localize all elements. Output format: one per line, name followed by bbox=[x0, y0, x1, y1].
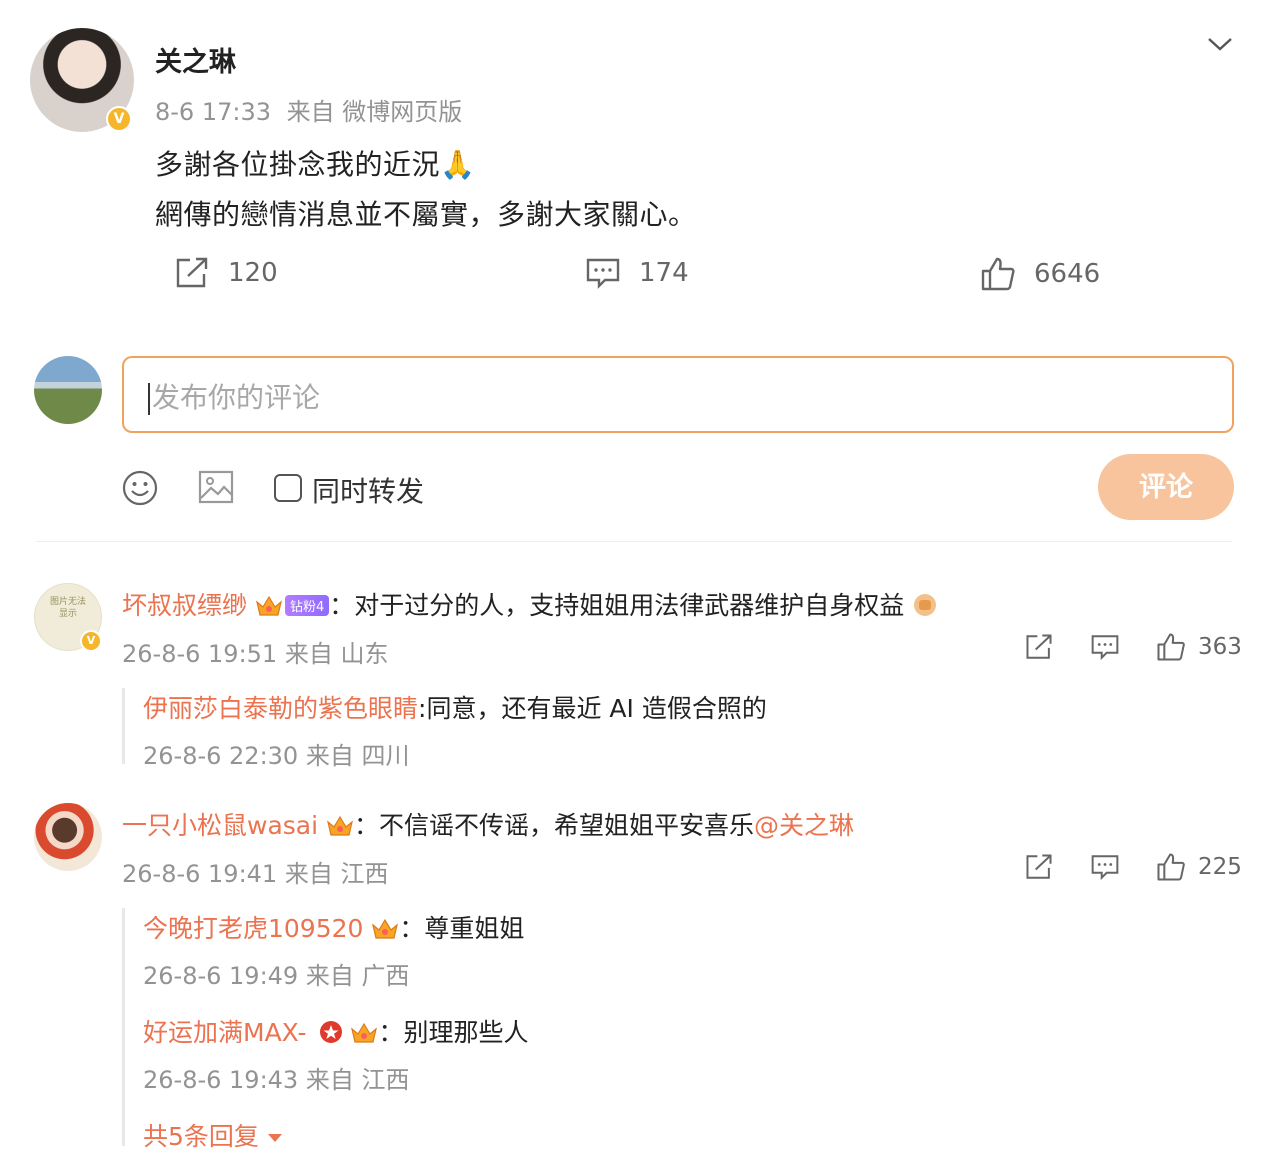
mention-link[interactable]: @关之琳 bbox=[754, 811, 854, 840]
red-star-badge-icon bbox=[319, 1020, 343, 1044]
reply-time: 26-8-6 22:30 来自 四川 bbox=[143, 742, 410, 770]
comment-like-count: 225 bbox=[1198, 854, 1242, 880]
thumbs-up-icon bbox=[1156, 852, 1186, 882]
fan-level-badge: 钻粉4 bbox=[284, 595, 330, 616]
repost-button[interactable]: 120 bbox=[174, 256, 278, 290]
comment-actions: 363 bbox=[1024, 632, 1242, 662]
repost-icon bbox=[174, 256, 210, 290]
comment-like-button[interactable]: 225 bbox=[1156, 852, 1242, 882]
replier-name[interactable]: 今晚打老虎109520 bbox=[143, 914, 363, 943]
post-time[interactable]: 8-6 17:33 bbox=[155, 98, 271, 126]
reply-text: 好运加满MAX- ：别理那些人 bbox=[143, 1013, 529, 1049]
thumbs-up-icon bbox=[980, 256, 1016, 292]
crown-icon bbox=[350, 1021, 378, 1045]
like-count: 6646 bbox=[1034, 259, 1101, 289]
post-text-line-2: 網傳的戀情消息並不屬實，多謝大家關心。 bbox=[155, 198, 697, 231]
post-meta: 8-6 17:33 来自 微博网页版 bbox=[155, 92, 462, 127]
comment-count: 174 bbox=[639, 258, 689, 288]
comment-like-button[interactable]: 363 bbox=[1156, 632, 1242, 662]
comment-icon bbox=[585, 256, 621, 290]
reply-icon[interactable] bbox=[1090, 853, 1120, 881]
reply-text: 今晚打老虎109520 ：尊重姐姐 bbox=[143, 909, 524, 945]
commenter-name[interactable]: 坏叔叔缥缈 bbox=[122, 591, 247, 620]
repost-checkbox[interactable] bbox=[274, 474, 302, 502]
reply-text: 伊丽莎白泰勒的紫色眼睛:同意，还有最近 AI 造假合照的 bbox=[143, 689, 767, 725]
text-caret bbox=[148, 383, 150, 415]
repost-icon[interactable] bbox=[1024, 633, 1054, 661]
divider bbox=[36, 541, 1232, 542]
comment-body: 不信谣不传谣，希望姐姐平安喜乐 bbox=[379, 811, 755, 840]
post-text-line-1: 多謝各位掛念我的近況🙏 bbox=[155, 148, 476, 181]
crown-icon bbox=[371, 917, 399, 941]
comment-time: 26-8-6 19:51 来自 山东 bbox=[122, 640, 389, 668]
submit-comment-button[interactable]: 评论 bbox=[1098, 454, 1234, 520]
comment-time: 26-8-6 19:41 来自 江西 bbox=[122, 860, 389, 888]
post-source: 来自 微博网页版 bbox=[286, 98, 463, 126]
comment-input[interactable]: 发布你的评论 bbox=[122, 356, 1234, 433]
comment-actions: 225 bbox=[1024, 852, 1242, 882]
reply-body: 别理那些人 bbox=[403, 1018, 529, 1047]
reply-body: 尊重姐姐 bbox=[424, 914, 525, 943]
reply-colon: ： bbox=[399, 914, 425, 943]
comment-body: 对于过分的人，支持姐姐用法律武器维护自身权益 bbox=[354, 591, 905, 620]
more-replies-link[interactable]: 共5条回复 bbox=[143, 1117, 283, 1153]
chevron-down-icon[interactable] bbox=[1206, 34, 1234, 54]
author-name[interactable]: 关之琳 bbox=[155, 40, 236, 79]
comment-like-count: 363 bbox=[1198, 634, 1242, 660]
verified-badge-icon: V bbox=[80, 630, 102, 652]
thumbs-up-icon bbox=[1156, 632, 1186, 662]
comment-text: 一只小松鼠wasai ：不信谣不传谣，希望姐姐平安喜乐@关之琳 bbox=[122, 806, 854, 842]
reply-time: 26-8-6 19:43 来自 江西 bbox=[143, 1066, 410, 1094]
repost-count: 120 bbox=[228, 258, 278, 288]
commenter-avatar[interactable] bbox=[34, 803, 102, 871]
verified-badge-icon: V bbox=[106, 106, 132, 132]
reply-thread-bar bbox=[122, 908, 125, 1146]
replier-name[interactable]: 伊丽莎白泰勒的紫色眼睛 bbox=[143, 694, 418, 723]
comment-colon: ： bbox=[354, 811, 380, 840]
more-replies-label: 共5条回复 bbox=[143, 1122, 259, 1151]
image-icon[interactable] bbox=[198, 470, 234, 504]
crown-icon bbox=[255, 594, 283, 618]
repost-checkbox-label[interactable]: 同时转发 bbox=[312, 470, 424, 510]
replier-name[interactable]: 好运加满MAX- bbox=[143, 1018, 307, 1047]
emoji-icon[interactable] bbox=[122, 470, 158, 506]
fist-emoji-icon bbox=[912, 592, 938, 618]
reply-colon: ： bbox=[378, 1018, 404, 1047]
avatar-broken-image-text: 图片无法显示 bbox=[49, 597, 86, 619]
current-user-avatar[interactable] bbox=[34, 356, 102, 424]
comment-colon: ： bbox=[329, 591, 355, 620]
reply-time: 26-8-6 19:49 来自 广西 bbox=[143, 962, 410, 990]
comment-button[interactable]: 174 bbox=[585, 256, 689, 290]
commenter-name[interactable]: 一只小松鼠wasai bbox=[122, 811, 318, 840]
caret-down-icon bbox=[267, 1133, 283, 1143]
comment-input-placeholder: 发布你的评论 bbox=[152, 381, 321, 414]
repost-icon[interactable] bbox=[1024, 853, 1054, 881]
reply-body: 同意，还有最近 AI 造假合照的 bbox=[426, 694, 767, 723]
comment-text: 坏叔叔缥缈 钻粉4 ：对于过分的人，支持姐姐用法律武器维护自身权益 bbox=[122, 586, 938, 622]
like-button[interactable]: 6646 bbox=[980, 256, 1100, 292]
crown-icon bbox=[326, 814, 354, 838]
reply-thread-bar bbox=[122, 688, 125, 764]
reply-icon[interactable] bbox=[1090, 633, 1120, 661]
